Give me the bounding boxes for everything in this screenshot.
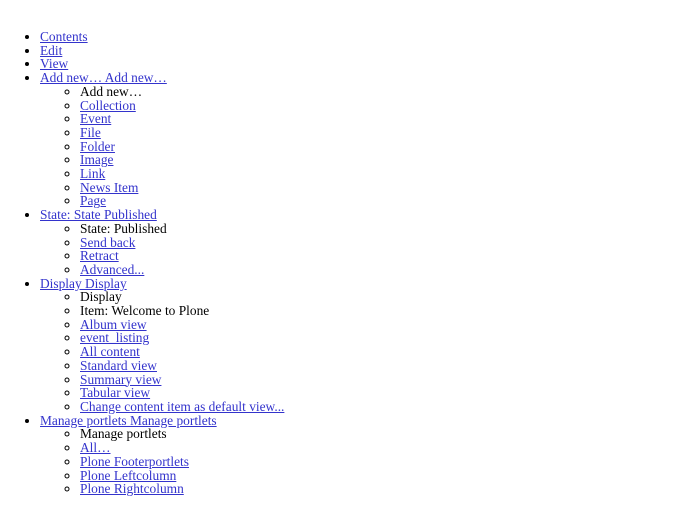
toolbar-item-display-display[interactable]: Display DisplayDisplayItem: Welcome to P…	[40, 276, 690, 414]
toolbar-subitem-plone-footerportlets[interactable]: Plone Footerportlets	[80, 454, 690, 469]
toolbar-subitem-event-listing[interactable]: event_listing	[80, 331, 690, 345]
toolbar-subitem-advanced[interactable]: Advanced...	[80, 263, 690, 277]
toolbar-subitem-news-item[interactable]: News Item	[80, 180, 690, 195]
toolbar-subitem-retract[interactable]: Retract	[80, 249, 690, 263]
toolbar-subitem-tabular-view[interactable]: Tabular view	[80, 386, 690, 400]
toolbar-sublink-plone-rightcolumn[interactable]: Plone Rightcolumn	[80, 481, 184, 496]
toolbar-subitem-all-content[interactable]: All content	[80, 345, 690, 359]
toolbar-subitem-plone-leftcolumn[interactable]: Plone Leftcolumn	[80, 468, 690, 483]
toolbar-sublist-state-state-published: State: PublishedSend backRetractAdvanced…	[40, 221, 690, 277]
toolbar-subitem-event[interactable]: Event	[80, 112, 690, 126]
toolbar-sublist-manage-portlets-manage-portlets: Manage portletsAll…Plone FooterportletsP…	[40, 427, 690, 496]
toolbar-subitem-album-view[interactable]: Album view	[80, 317, 690, 332]
toolbar-subitem-link[interactable]: Link	[80, 167, 690, 181]
toolbar-subitem-collection[interactable]: Collection	[80, 98, 690, 113]
toolbar-subitem-send-back[interactable]: Send back	[80, 235, 690, 250]
toolbar-subitem-standard-view[interactable]: Standard view	[80, 359, 690, 373]
toolbar-subitem-folder[interactable]: Folder	[80, 139, 690, 154]
toolbar-sublist-display-display: DisplayItem: Welcome to PloneAlbum viewe…	[40, 290, 690, 413]
toolbar-subitem-all[interactable]: All…	[80, 441, 690, 455]
toolbar-sublist-add-new-add-new: Add new…CollectionEventFileFolderImageLi…	[40, 84, 690, 208]
toolbar-subitem-add-new: Add new…	[80, 84, 690, 99]
toolbar-subitem-page[interactable]: Page	[80, 194, 690, 208]
toolbar-item-contents[interactable]: Contents	[40, 30, 690, 44]
toolbar-item-state-state-published[interactable]: State: State PublishedState: PublishedSe…	[40, 208, 690, 277]
toolbar-subitem-state-published: State: Published	[80, 221, 690, 236]
toolbar-subitem-image[interactable]: Image	[80, 153, 690, 167]
toolbar-subitem-summary-view[interactable]: Summary view	[80, 372, 690, 387]
toolbar-item-add-new-add-new[interactable]: Add new… Add new…Add new…CollectionEvent…	[40, 71, 690, 208]
toolbar-subitem-change-content-item-as-default-view[interactable]: Change content item as default view...	[80, 400, 690, 414]
toolbar-subitem-plone-rightcolumn[interactable]: Plone Rightcolumn	[80, 482, 690, 496]
toolbar-item-edit[interactable]: Edit	[40, 43, 690, 58]
toolbar-subitem-file[interactable]: File	[80, 126, 690, 140]
toolbar-item-view[interactable]: View	[40, 57, 690, 71]
toolbar-subitem-display: Display	[80, 290, 690, 304]
toolbar-subitem-manage-portlets: Manage portlets	[80, 427, 690, 441]
plone-toolbar-list: ContentsEditViewAdd new… Add new…Add new…	[0, 30, 690, 496]
toolbar-subitem-item-welcome-to-plone: Item: Welcome to Plone	[80, 304, 690, 318]
toolbar-item-manage-portlets-manage-portlets[interactable]: Manage portlets Manage portletsManage po…	[40, 413, 690, 496]
